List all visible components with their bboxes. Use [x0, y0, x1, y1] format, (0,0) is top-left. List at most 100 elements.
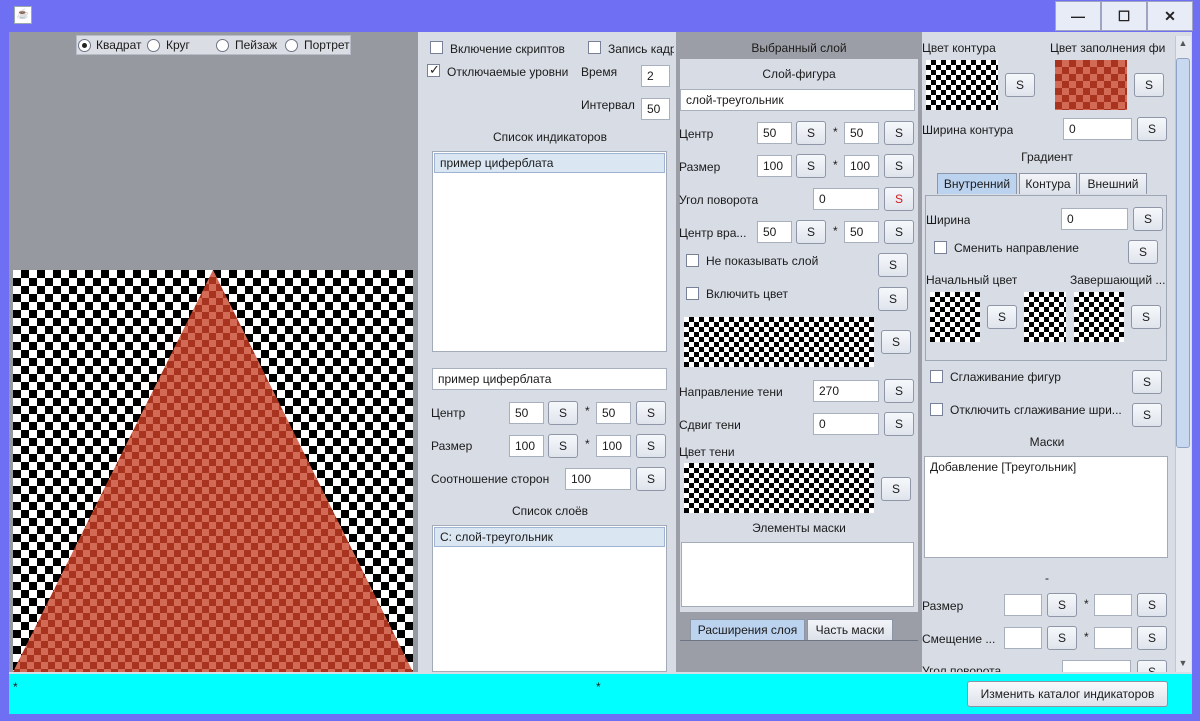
- start-color-s-button[interactable]: S: [987, 305, 1017, 329]
- outline-width-input[interactable]: 0: [1063, 118, 1132, 140]
- shadow-color-s-button[interactable]: S: [881, 477, 911, 501]
- indicator-size-y-s-button[interactable]: S: [636, 434, 666, 458]
- layer-name-input[interactable]: слой-треугольник: [680, 89, 915, 111]
- change-direction-s-button[interactable]: S: [1128, 240, 1158, 264]
- change-indicator-catalog-button[interactable]: Изменить каталог индикаторов: [967, 681, 1168, 707]
- indicator-center-y-s-button[interactable]: S: [636, 401, 666, 425]
- layer-size-x-input[interactable]: 100: [757, 155, 792, 177]
- rotation-angle-input[interactable]: 0: [813, 188, 879, 210]
- indicator-center-y-input[interactable]: 50: [596, 402, 631, 424]
- mask-size-y-s-button[interactable]: S: [1137, 593, 1167, 617]
- layer-center-x-s-button[interactable]: S: [796, 121, 826, 145]
- shadow-shift-s-button[interactable]: S: [884, 412, 914, 436]
- rotation-center-x-input[interactable]: 50: [757, 221, 792, 243]
- fill-color-swatch[interactable]: [1055, 60, 1127, 110]
- hide-layer-checkbox[interactable]: [686, 254, 699, 267]
- disable-font-smoothing-s-button[interactable]: S: [1132, 403, 1162, 427]
- mask-size-x-s-button[interactable]: S: [1047, 593, 1077, 617]
- radio-square[interactable]: [78, 38, 91, 53]
- gradient-width-s-button[interactable]: S: [1133, 207, 1163, 231]
- layer-size-y-input[interactable]: 100: [844, 155, 879, 177]
- layer-center-y-input[interactable]: 50: [844, 122, 879, 144]
- scroll-up-icon[interactable]: ▲: [1176, 38, 1190, 48]
- radio-square-dot[interactable]: [78, 39, 91, 53]
- aspect-ratio-input[interactable]: 100: [565, 468, 631, 490]
- indicator-size-x-s-button[interactable]: S: [548, 434, 578, 458]
- outline-color-s-button[interactable]: S: [1005, 73, 1035, 97]
- indicator-list[interactable]: пример циферблата: [432, 151, 667, 352]
- tab-mask-part[interactable]: Часть маски: [807, 619, 893, 640]
- layer-size-x-s-button[interactable]: S: [796, 154, 826, 178]
- radio-circle-dot[interactable]: [147, 39, 160, 53]
- rotation-center-y-input[interactable]: 50: [844, 221, 879, 243]
- mask-elements-list[interactable]: [681, 542, 914, 607]
- end-color-swatch[interactable]: [1074, 292, 1124, 342]
- mask-size-y-input[interactable]: [1094, 594, 1132, 616]
- layer-list[interactable]: С: слой-треугольник: [432, 525, 667, 672]
- radio-portrait-dot[interactable]: [285, 39, 298, 53]
- tab-gradient-outline[interactable]: Контура: [1019, 173, 1077, 194]
- smooth-shapes-s-button[interactable]: S: [1132, 370, 1162, 394]
- gradient-width-input[interactable]: 0: [1061, 208, 1128, 230]
- scroll-down-icon[interactable]: ▼: [1176, 658, 1190, 668]
- indicator-size-x-input[interactable]: 100: [509, 435, 544, 457]
- shadow-direction-s-button[interactable]: S: [884, 379, 914, 403]
- mask-size-x-input[interactable]: [1004, 594, 1042, 616]
- mask-offset-y-s-button[interactable]: S: [1137, 626, 1167, 650]
- layer-color-s-button[interactable]: S: [881, 330, 911, 354]
- radio-landscape-dot[interactable]: [216, 39, 229, 53]
- mask-angle-input[interactable]: [1062, 660, 1131, 672]
- fill-color-s-button[interactable]: S: [1134, 73, 1164, 97]
- indicator-center-x-input[interactable]: 50: [509, 402, 544, 424]
- outline-color-swatch[interactable]: [926, 60, 998, 110]
- tab-layer-extensions[interactable]: Расширения слоя: [690, 619, 805, 640]
- radio-portrait[interactable]: [285, 38, 298, 53]
- start-color-swatch[interactable]: [930, 292, 980, 342]
- aspect-ratio-s-button[interactable]: S: [636, 467, 666, 491]
- rotation-center-y-s-button[interactable]: S: [884, 220, 914, 244]
- enable-scripts-checkbox[interactable]: [430, 41, 443, 54]
- indicator-list-item[interactable]: пример циферблата: [434, 153, 665, 173]
- interval-input[interactable]: 50: [641, 98, 670, 120]
- radio-landscape[interactable]: [216, 38, 229, 53]
- switchable-levels-checkbox[interactable]: [427, 62, 440, 78]
- radio-circle[interactable]: [147, 38, 160, 53]
- end-color-s-button[interactable]: S: [1131, 305, 1161, 329]
- maximize-button[interactable]: ☐: [1101, 1, 1147, 31]
- enable-color-label: Включить цвет: [706, 287, 789, 301]
- tab-gradient-inner[interactable]: Внутренний: [937, 173, 1017, 194]
- indicator-name-input[interactable]: пример циферблата: [432, 368, 667, 390]
- mask-offset-x-input[interactable]: [1004, 627, 1042, 649]
- time-input[interactable]: 2: [641, 65, 670, 87]
- layer-size-label: Размер: [679, 160, 721, 174]
- mask-list-item[interactable]: Добавление [Треугольник]: [925, 457, 1167, 477]
- mask-angle-s-button[interactable]: S: [1137, 660, 1167, 672]
- scrollbar-thumb[interactable]: [1176, 58, 1190, 448]
- layer-center-y-s-button[interactable]: S: [884, 121, 914, 145]
- shadow-direction-input[interactable]: 270: [813, 380, 879, 402]
- disable-font-smoothing-checkbox[interactable]: [930, 403, 943, 416]
- rotation-angle-s-button[interactable]: S: [884, 187, 914, 211]
- mask-offset-y-input[interactable]: [1094, 627, 1132, 649]
- enable-color-checkbox[interactable]: [686, 287, 699, 300]
- layer-center-x-input[interactable]: 50: [757, 122, 792, 144]
- masks-list[interactable]: Добавление [Треугольник]: [924, 456, 1168, 558]
- hide-layer-s-button[interactable]: S: [878, 253, 908, 277]
- indicator-size-y-input[interactable]: 100: [596, 435, 631, 457]
- minimize-button[interactable]: —: [1055, 1, 1101, 31]
- rotation-center-x-s-button[interactable]: S: [796, 220, 826, 244]
- indicator-center-x-s-button[interactable]: S: [548, 401, 578, 425]
- shadow-color-swatch[interactable]: [684, 463, 874, 513]
- change-direction-checkbox[interactable]: [934, 241, 947, 254]
- mask-offset-x-s-button[interactable]: S: [1047, 626, 1077, 650]
- tab-gradient-outer[interactable]: Внешний: [1079, 173, 1147, 194]
- frame-record-checkbox[interactable]: [588, 41, 601, 54]
- shadow-shift-input[interactable]: 0: [813, 413, 879, 435]
- close-button[interactable]: ✕: [1147, 1, 1193, 31]
- layer-color-swatch[interactable]: [684, 317, 874, 367]
- smooth-shapes-checkbox[interactable]: [930, 370, 943, 383]
- enable-color-s-button[interactable]: S: [878, 287, 908, 311]
- outline-width-s-button[interactable]: S: [1137, 117, 1167, 141]
- layer-size-y-s-button[interactable]: S: [884, 154, 914, 178]
- layer-list-item[interactable]: С: слой-треугольник: [434, 527, 665, 547]
